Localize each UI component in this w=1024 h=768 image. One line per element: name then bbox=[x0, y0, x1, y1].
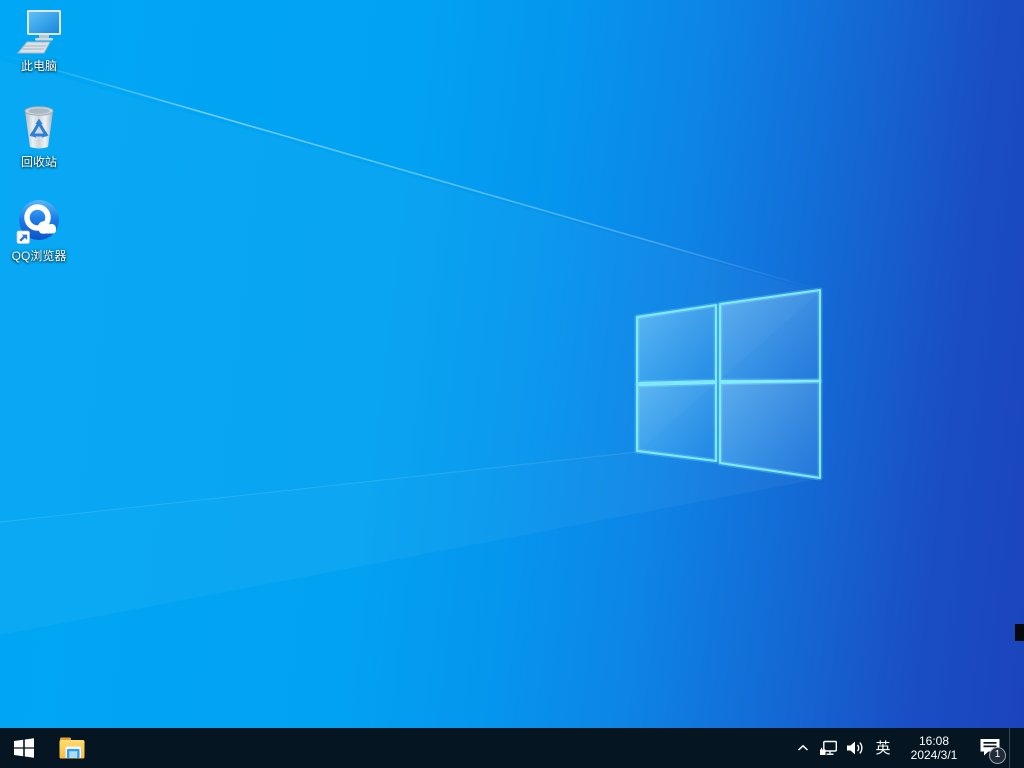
desktop-icon-label: QQ浏览器 bbox=[12, 249, 67, 263]
desktop-icon-recycle-bin[interactable]: 回收站 bbox=[1, 102, 77, 169]
taskbar: 英 16:08 2024/3/1 1 bbox=[0, 728, 1024, 768]
network-button[interactable] bbox=[815, 728, 841, 768]
network-ethernet-icon bbox=[819, 740, 838, 757]
monitor-screen bbox=[29, 12, 59, 33]
volume-button[interactable] bbox=[841, 728, 869, 768]
taskbar-empty-area bbox=[96, 728, 791, 768]
screen-artifact bbox=[1015, 624, 1024, 641]
speaker-icon bbox=[845, 740, 865, 756]
this-pc-icon bbox=[15, 6, 63, 56]
windows-logo bbox=[637, 290, 820, 478]
notification-count-badge: 1 bbox=[989, 747, 1006, 764]
show-desktop-button[interactable] bbox=[1009, 728, 1024, 768]
time-text: 16:08 bbox=[919, 734, 949, 748]
action-center-button[interactable]: 1 bbox=[971, 728, 1009, 768]
clock[interactable]: 16:08 2024/3/1 bbox=[901, 728, 967, 768]
light-ray-line2 bbox=[0, 452, 637, 522]
date-text: 2024/3/1 bbox=[911, 748, 958, 762]
desktop-icon-this-pc[interactable]: 此电脑 bbox=[1, 6, 77, 73]
windows-flag-icon bbox=[14, 738, 34, 758]
light-beam-upper bbox=[0, 60, 820, 522]
ime-label: 英 bbox=[875, 741, 890, 756]
desktop-icon-qq-browser[interactable]: QQ浏览器 bbox=[1, 196, 77, 263]
tray-chevron-button[interactable] bbox=[791, 728, 815, 768]
chevron-up-icon bbox=[797, 744, 809, 752]
windows-logo-wallpaper bbox=[0, 0, 1024, 728]
ime-indicator[interactable]: 英 bbox=[869, 728, 897, 768]
desktop[interactable]: 此电脑 bbox=[0, 0, 1024, 728]
qq-cloud bbox=[39, 227, 56, 234]
desktop-icon-label: 此电脑 bbox=[21, 59, 57, 73]
light-beam-lower bbox=[0, 452, 823, 635]
light-ray-line bbox=[0, 54, 820, 290]
windows-logo-glow bbox=[637, 290, 820, 478]
bin-body bbox=[25, 111, 53, 149]
start-button[interactable] bbox=[0, 728, 48, 768]
file-explorer-button[interactable] bbox=[48, 728, 96, 768]
recycle-bin-icon bbox=[15, 102, 63, 152]
desktop-icon-label: 回收站 bbox=[21, 155, 57, 169]
qq-browser-icon bbox=[15, 196, 63, 246]
file-explorer-icon bbox=[59, 737, 85, 759]
system-tray: 英 16:08 2024/3/1 1 bbox=[791, 728, 1024, 768]
